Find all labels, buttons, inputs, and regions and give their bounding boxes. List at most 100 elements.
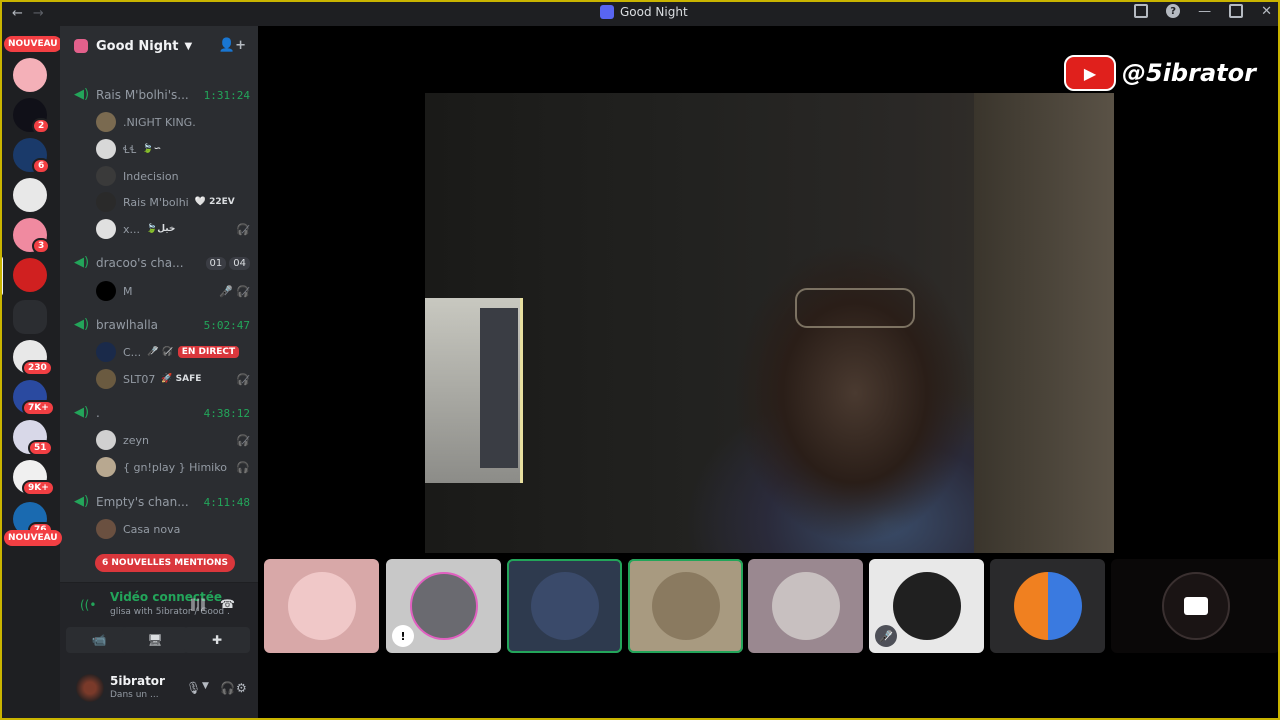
invite-icon[interactable]: 👤+ (219, 38, 246, 53)
speaker-icon: ◀) (74, 255, 90, 270)
voice-member[interactable]: Rais M'bolhi 🤍 22EV (96, 192, 250, 212)
avatar (96, 457, 116, 477)
voice-channel[interactable]: ◀) brawlhalla 5:02:47 (74, 317, 250, 333)
folder-icon[interactable] (13, 300, 47, 334)
server-badge: 51 (28, 440, 53, 456)
microphone-icon[interactable]: 🎙 (186, 681, 201, 695)
participant-tile[interactable]: 🎤̸ (869, 559, 984, 653)
participant-avatar (530, 572, 599, 640)
participant-tile[interactable] (748, 559, 863, 653)
participant-avatar (287, 572, 356, 640)
participant-avatar (651, 572, 720, 640)
voice-member[interactable]: Casa nova (96, 519, 250, 539)
headphones-icon[interactable]: 🎧 (220, 681, 235, 695)
participant-tile-self[interactable] (1111, 559, 1280, 653)
headphones-icon: 🎧 (236, 460, 250, 474)
server-icon-6[interactable] (13, 258, 47, 292)
new-servers-pill-top[interactable]: NOUVEAU (4, 36, 62, 52)
channel-name: Empty's chan... (96, 495, 189, 509)
window-title-text: Good Night (620, 5, 688, 19)
video-monitor (425, 298, 523, 483)
activities-button[interactable]: ✚ (184, 627, 250, 653)
forward-button[interactable]: → (33, 6, 44, 21)
voice-member[interactable]: x... 🍃خيل 🎧̸ (96, 219, 250, 239)
inbox-icon[interactable] (1134, 4, 1149, 18)
speaker-icon: ◀) (74, 87, 90, 102)
participant-tile[interactable] (507, 559, 622, 653)
voice-member[interactable]: ꞭꞭ 🍃∽ (96, 139, 250, 159)
new-mentions-pill[interactable]: 6 NOUVELLES MENTIONS (95, 554, 236, 572)
user-avatar[interactable] (76, 674, 104, 702)
voice-channel[interactable]: ◀) Empty's chan... 4:11:48 (74, 495, 250, 510)
voice-channel[interactable]: ◀) dracoo's cha... 01 04 (74, 256, 250, 270)
participant-avatar (892, 572, 961, 640)
noise-suppression-icon[interactable]: ‖|‖ (190, 597, 206, 611)
disconnect-icon[interactable]: ☎ (220, 597, 235, 611)
voice-member[interactable]: Indecision (96, 166, 250, 186)
deafened-icon: 🎧̸ (236, 433, 250, 447)
voice-member[interactable]: zeyn 🎧̸ (96, 430, 250, 450)
participant-tile[interactable] (990, 559, 1105, 653)
server-badge: 9K+ (22, 480, 55, 496)
voice-member[interactable]: .NIGHT KING. (96, 112, 250, 132)
participant-tile[interactable] (264, 559, 379, 653)
camera-icon (1183, 597, 1208, 615)
screen-share-button[interactable]: 🖥 (122, 627, 188, 653)
server-icon-4[interactable] (13, 178, 47, 212)
avatar (96, 139, 116, 159)
new-servers-pill-bottom[interactable]: NOUVEAU (4, 530, 62, 546)
server-icon (600, 5, 614, 19)
channel-name: dracoo's cha... (96, 256, 184, 270)
video-stage: ▶ @5ibrator ! 🎤̸ (258, 26, 1280, 720)
close-button[interactable]: ✕ (1261, 4, 1272, 19)
user-name[interactable]: 5ibrator (110, 674, 165, 688)
signal-icon[interactable]: ((• (80, 598, 96, 612)
voice-subtitle: glisa with 5ibrator / Good ... (110, 607, 230, 617)
help-icon[interactable]: ? (1166, 4, 1181, 18)
settings-gear-icon[interactable]: ⚙ (236, 681, 247, 695)
channel-name: brawlhalla (96, 318, 159, 332)
maximize-button[interactable] (1229, 4, 1244, 18)
server-header[interactable]: Good Night ▼ 👤+ (60, 26, 258, 66)
speaker-icon: ◀) (74, 317, 90, 332)
member-name: ꞭꞭ (123, 142, 137, 156)
back-button[interactable]: ← (12, 6, 23, 21)
minimize-button[interactable]: — (1198, 4, 1211, 19)
voice-member[interactable]: SLT07 🚀 SAFE 🎧̸ (96, 369, 250, 389)
deafened-icon: 🎧̸ (236, 222, 250, 236)
muted-icon: 🎤̸ (875, 625, 897, 647)
user-status: Dans un ... (110, 690, 159, 700)
voice-channel[interactable]: ◀) Rais M'bolhi's... 1:31:24 (74, 87, 250, 103)
voice-member[interactable]: C... 🎤̸ 🎧̸ EN DIRECT (96, 342, 250, 362)
chevron-down-icon[interactable]: ▼ (202, 681, 209, 691)
server-badge: 2 (32, 118, 51, 134)
user-count-pill: 01 (205, 256, 227, 270)
focused-video[interactable] (425, 93, 1114, 553)
home-icon (74, 39, 88, 53)
member-name: Rais M'bolhi (123, 195, 189, 209)
avatar (96, 219, 116, 239)
server-badge: 7K+ (22, 400, 55, 416)
participant-avatar (409, 572, 478, 640)
avatar (96, 192, 116, 212)
server-name: Good Night (96, 38, 179, 54)
participant-tile[interactable]: ! (386, 559, 501, 653)
server-icon-1[interactable] (13, 58, 47, 92)
muted-deafened-icon: 🎤̸ 🎧̸ (147, 347, 173, 357)
video-background-wall (974, 93, 1114, 553)
server-badge: 230 (22, 360, 53, 376)
voice-member[interactable]: M 🎤̸ 🎧̸ (96, 281, 250, 301)
participant-tile[interactable] (628, 559, 743, 653)
window-title: Good Night (600, 5, 688, 19)
member-name: Indecision (123, 169, 179, 183)
alert-icon: ! (392, 625, 414, 647)
voice-channel[interactable]: ◀) . 4:38:12 (74, 406, 250, 421)
voice-member[interactable]: { gn!play } Himiko 🎧 (96, 457, 250, 477)
chevron-down-icon: ▼ (184, 40, 193, 52)
member-name: x... (123, 222, 140, 236)
participant-avatar (771, 572, 840, 640)
channel-timer: 1:31:24 (203, 88, 250, 102)
participant-avatar (1013, 572, 1082, 640)
window-controls: ? — ✕ (1134, 4, 1272, 19)
channel-timer: 4:38:12 (203, 406, 250, 420)
